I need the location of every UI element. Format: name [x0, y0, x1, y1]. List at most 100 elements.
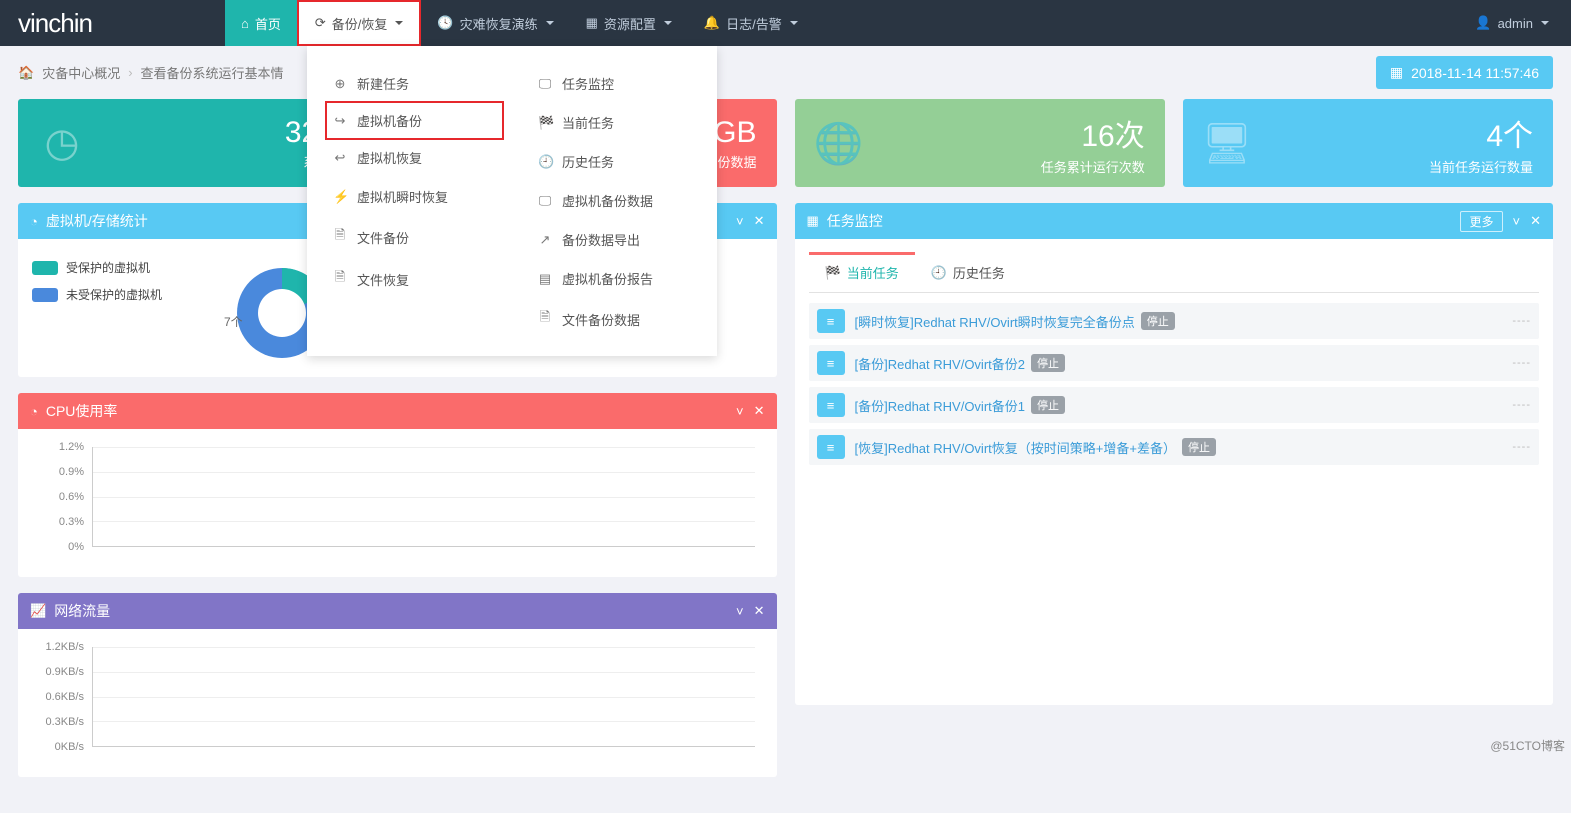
- more-button[interactable]: 更多: [1460, 211, 1502, 232]
- dd-item-label: 历史任务: [562, 152, 614, 171]
- panel-cpu: ◔ CPU使用率 ˅ ✕ 1.2%0.9%0.6%0.3%0%: [18, 393, 777, 577]
- task-progress: ----: [1512, 441, 1531, 453]
- card-task-count[interactable]: 🌐 16次 任务累计运行次数: [795, 99, 1165, 187]
- card-label: 当前任务运行数量: [1271, 157, 1533, 176]
- chart-icon: 📈: [30, 603, 46, 619]
- nav-home-label: 首页: [255, 14, 281, 33]
- collapse-icon[interactable]: ˅: [736, 604, 744, 619]
- home-icon: ⌂: [241, 16, 249, 31]
- tab-label: 历史任务: [953, 263, 1005, 282]
- dropdown-item[interactable]: 🗎文件恢复: [307, 258, 512, 300]
- collapse-icon[interactable]: ˅: [1513, 214, 1521, 229]
- task-row[interactable]: ≡ [恢复]Redhat RHV/Ovirt恢复（按时间策略+增备+差备） 停止 --…: [809, 429, 1540, 465]
- close-icon[interactable]: ✕: [754, 403, 765, 419]
- task-name[interactable]: [瞬时恢复]Redhat RHV/Ovirt瞬时恢复完全备份点: [855, 312, 1135, 331]
- legend-protected: 受保护的虚拟机: [66, 259, 150, 276]
- legend-swatch: [32, 261, 58, 275]
- task-row[interactable]: ≡[备份]Redhat RHV/Ovirt备份2停止----: [809, 345, 1540, 381]
- task-name[interactable]: [恢复]Redhat RHV/Ovirt恢复（按时间策略+增备+差备）: [855, 438, 1176, 457]
- dropdown-item[interactable]: 🖵虚拟机备份数据: [512, 181, 717, 220]
- dd-item-label: 虚拟机备份报告: [562, 269, 653, 288]
- dashboard-icon: 🏁: [825, 265, 841, 281]
- dd-item-icon: 🗎: [333, 268, 347, 290]
- y-tick: 0.9KB/s: [45, 666, 84, 678]
- card-value: 4个: [1271, 111, 1533, 155]
- nav-log[interactable]: 🔔 日志/告警: [688, 0, 814, 46]
- dd-item-label: 虚拟机恢复: [357, 148, 422, 167]
- card-running-tasks[interactable]: 🖥 4个 当前任务运行数量: [1183, 99, 1553, 187]
- close-icon[interactable]: ✕: [1530, 213, 1541, 229]
- legend-swatch: [32, 288, 58, 302]
- stat-cards: ◷ 321.9/ 系统累计运 🗄 0GB 份数据 🌐 16次 任务累计运行次数 …: [18, 99, 1553, 187]
- y-tick: 0KB/s: [55, 741, 84, 753]
- clock-icon: ◷: [18, 120, 106, 166]
- globe-icon: 🌐: [795, 120, 883, 167]
- nav-items: ⌂ 首页 ⟳ 备份/恢复 🕓 灾难恢复演练 ▦ 资源配置 🔔 日志/告警: [225, 0, 814, 46]
- dropdown-item[interactable]: 🖵 任务监控: [512, 64, 717, 103]
- panel-title: 网络流量: [54, 601, 110, 621]
- panel-header: 📈 网络流量 ˅ ✕: [18, 593, 777, 629]
- calendar-icon: ▦: [1390, 64, 1403, 81]
- dropdown-item[interactable]: ↪虚拟机备份: [325, 101, 504, 140]
- dropdown-item[interactable]: ▤虚拟机备份报告: [512, 259, 717, 298]
- time-text: 2018-11-14 11:57:46: [1411, 65, 1539, 81]
- nav-resource-label: 资源配置: [604, 14, 656, 33]
- panel-title: 任务监控: [827, 211, 883, 231]
- dropdown-item[interactable]: 🗎文件备份: [307, 216, 512, 258]
- tab-history[interactable]: 🕘 历史任务: [915, 253, 1021, 292]
- chevron-down-icon: [395, 21, 403, 25]
- dd-item-icon: 🖵: [538, 76, 552, 92]
- pie-icon: ◔: [30, 404, 38, 419]
- collapse-icon[interactable]: ˅: [736, 214, 744, 229]
- nav-backup[interactable]: ⟳ 备份/恢复: [297, 0, 422, 46]
- nav-home[interactable]: ⌂ 首页: [225, 0, 297, 46]
- task-status: 停止: [1031, 354, 1065, 372]
- panel-title: 虚拟机/存储统计: [46, 211, 148, 231]
- bell-icon: 🔔: [704, 15, 720, 31]
- dd-item-label: 虚拟机瞬时恢复: [357, 187, 448, 206]
- dd-item-icon: ↪: [333, 113, 347, 129]
- dropdown-item[interactable]: ↗备份数据导出: [512, 220, 717, 259]
- user-menu[interactable]: 👤 admin: [1453, 15, 1571, 31]
- task-status: 停止: [1182, 438, 1216, 456]
- cpu-chart: 1.2%0.9%0.6%0.3%0%: [32, 443, 763, 563]
- nav-resource[interactable]: ▦ 资源配置: [570, 0, 688, 46]
- nav-dr[interactable]: 🕓 灾难恢复演练: [421, 0, 569, 46]
- card-value: 16次: [883, 111, 1145, 155]
- dd-item-icon: ⊕: [333, 76, 347, 92]
- task-row[interactable]: ≡[瞬时恢复]Redhat RHV/Ovirt瞬时恢复完全备份点停止----: [809, 303, 1540, 339]
- panel-header: ▦ 任务监控 更多 ˅ ✕: [795, 203, 1554, 239]
- task-icon: ≡: [817, 309, 845, 333]
- panel-network: 📈 网络流量 ˅ ✕ 1.2KB/s0.9KB/s0.6KB/s0.3KB/s0…: [18, 593, 777, 777]
- crumb-sep: ›: [128, 65, 132, 80]
- net-chart: 1.2KB/s0.9KB/s0.6KB/s0.3KB/s0KB/s: [32, 643, 763, 763]
- task-list: ≡ [瞬时恢复]Redhat RHV/Ovirt瞬时恢复完全备份点停止 ---- ≡ […: [809, 293, 1540, 481]
- tab-current[interactable]: 🏁 当前任务: [809, 253, 915, 292]
- task-icon: ≡: [817, 435, 845, 459]
- crumb-a[interactable]: 灾备中心概况: [42, 63, 120, 82]
- collapse-icon[interactable]: ˅: [736, 404, 744, 419]
- task-status: 停止: [1031, 396, 1065, 414]
- close-icon[interactable]: ✕: [754, 603, 765, 619]
- task-row[interactable]: ≡[备份]Redhat RHV/Ovirt备份1停止----: [809, 387, 1540, 423]
- y-tick: 0.6%: [59, 491, 84, 503]
- pie-icon: ◔: [30, 214, 38, 229]
- task-name[interactable]: [备份]Redhat RHV/Ovirt备份2: [855, 354, 1026, 373]
- backup-dropdown: ⊕ 新建任务 ↪虚拟机备份↩虚拟机恢复⚡虚拟机瞬时恢复🗎文件备份🗎文件恢复 🖵 任务监控…: [307, 46, 717, 356]
- brand-logo: vinchin: [0, 8, 225, 39]
- dd-item-label: 文件备份数据: [562, 310, 640, 329]
- dropdown-item[interactable]: ⚡虚拟机瞬时恢复: [307, 177, 512, 216]
- vm-legend: 受保护的虚拟机 未受保护的虚拟机: [32, 253, 222, 363]
- task-name[interactable]: [备份]Redhat RHV/Ovirt备份1: [855, 396, 1026, 415]
- watermark: @51CTO博客: [1490, 737, 1565, 754]
- task-progress: ----: [1512, 315, 1531, 327]
- dropdown-item[interactable]: 🏁当前任务: [512, 103, 717, 142]
- dd-item-label: 任务监控: [562, 74, 614, 93]
- dropdown-item[interactable]: 🗎文件备份数据: [512, 298, 717, 340]
- dropdown-item[interactable]: 🕘历史任务: [512, 142, 717, 181]
- nav-log-label: 日志/告警: [726, 14, 782, 33]
- dropdown-item[interactable]: ⊕ 新建任务: [307, 64, 512, 103]
- dropdown-item[interactable]: ↩虚拟机恢复: [307, 138, 512, 177]
- dd-item-label: 新建任务: [357, 74, 409, 93]
- close-icon[interactable]: ✕: [754, 213, 765, 229]
